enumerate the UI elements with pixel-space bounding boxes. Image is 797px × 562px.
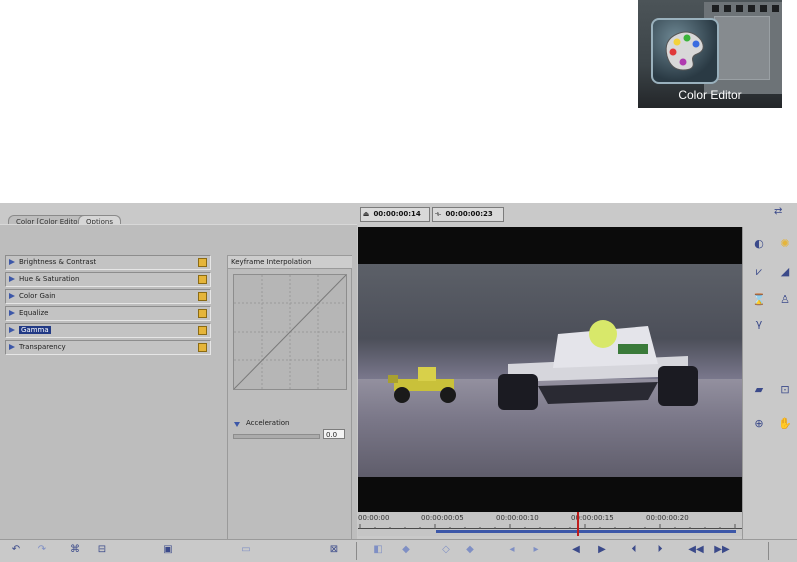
gain-icon[interactable]: ⩗ xyxy=(751,265,767,279)
keyframe-toggle-icon[interactable] xyxy=(198,343,207,352)
gamma-icon[interactable]: γ xyxy=(751,317,767,331)
collapse-arrow-icon[interactable] xyxy=(234,422,240,427)
expand-arrow-icon[interactable] xyxy=(9,310,15,316)
rewind-icon[interactable]: ◀◀ xyxy=(688,543,704,557)
effect-label: Brightness & Contrast xyxy=(19,258,97,266)
timeline[interactable]: 00:00:00 00:00:00:05 00:00:00:10 00:00:0… xyxy=(358,512,742,536)
contrast-icon[interactable]: ◐ xyxy=(751,237,767,251)
keyframe-add-icon[interactable]: ◧ xyxy=(370,543,386,557)
effect-gamma[interactable]: Gamma xyxy=(5,323,211,338)
effect-brightness-contrast[interactable]: Brightness & Contrast xyxy=(5,255,211,270)
timer-icon[interactable]: ⌛ xyxy=(751,293,767,307)
wedge-icon[interactable]: ◢ xyxy=(777,265,793,279)
ruler-icon[interactable]: ▭ xyxy=(238,543,254,557)
keyframe-toggle-icon[interactable] xyxy=(198,275,207,284)
nav-next-icon[interactable]: ▸ xyxy=(528,543,544,557)
save-icon[interactable]: ⊠ xyxy=(326,543,342,557)
acceleration-label: Acceleration xyxy=(246,419,290,427)
effect-list: Brightness & Contrast Hue & Saturation C… xyxy=(5,255,211,357)
ruler-label: 00:00:00 xyxy=(358,514,390,522)
keyframe-del-icon[interactable]: ◆ xyxy=(462,543,478,557)
fast-forward-icon[interactable]: ▶▶ xyxy=(714,543,730,557)
undo-icon[interactable]: ↶ xyxy=(8,543,24,557)
keyframe-interpolation-panel: Keyframe Interpolation Acceleration 0.0 xyxy=(227,255,352,555)
keyframe-toggle-icon[interactable] xyxy=(198,258,207,267)
keyframe-toggle-icon[interactable] xyxy=(198,309,207,318)
tile-label: Color Editor xyxy=(678,88,742,102)
keyframe-prev-icon[interactable]: ◆ xyxy=(398,543,414,557)
expand-arrow-icon[interactable] xyxy=(9,293,15,299)
fit-window-icon[interactable]: ⊟ xyxy=(94,543,110,557)
keyframe-toggle-icon[interactable] xyxy=(198,326,207,335)
expand-arrow-icon[interactable] xyxy=(9,276,15,282)
toolbar-divider xyxy=(768,542,769,560)
ruler-label: 00:00:00:05 xyxy=(421,514,464,522)
ruler-ticks xyxy=(358,523,742,529)
video-icon[interactable]: ▰ xyxy=(751,383,767,397)
bottom-toolbar: ↶ ↷ ⌘ ⊟ ▣ ▭ ⊠ ◧ ◆ ◇ ◆ ◂ ▸ ◀ ▶ ⏴ ⏵ ◀◀ ▶▶ xyxy=(0,539,797,562)
nav-prev-icon[interactable]: ◂ xyxy=(504,543,520,557)
effect-transparency[interactable]: Transparency xyxy=(5,340,211,355)
current-timecode[interactable]: ⏏ 00:00:00:14 xyxy=(360,207,430,222)
editor-window: Color [Color Editor] Options Brightness … xyxy=(0,203,797,562)
clip-range-bar[interactable] xyxy=(436,530,736,533)
interpolation-graph[interactable] xyxy=(233,274,347,390)
effect-label: Transparency xyxy=(19,343,66,351)
acceleration-slider[interactable] xyxy=(233,434,320,439)
acceleration-value-field[interactable]: 0.0 xyxy=(323,429,345,439)
effect-label: Equalize xyxy=(19,309,49,317)
effects-panel: Brightness & Contrast Hue & Saturation C… xyxy=(0,224,357,555)
toolbar-divider xyxy=(356,542,357,560)
effect-hue-saturation[interactable]: Hue & Saturation xyxy=(5,272,211,287)
timeline-ruler: 00:00:00 00:00:00:05 00:00:00:10 00:00:0… xyxy=(358,514,742,523)
keyframe-title: Keyframe Interpolation xyxy=(228,256,352,269)
expand-arrow-icon[interactable] xyxy=(9,327,15,333)
current-time-value: 00:00:00:14 xyxy=(373,210,421,218)
person-icon[interactable]: ♙ xyxy=(777,293,793,307)
preview-frame xyxy=(358,264,742,477)
in-point-icon: ⏏ xyxy=(362,210,370,218)
step-forward-icon[interactable]: ▶ xyxy=(594,543,610,557)
keyframe-toggle-icon[interactable] xyxy=(198,292,207,301)
race-car-image xyxy=(498,320,698,410)
duration-timecode[interactable]: ⟛ 00:00:00:23 xyxy=(432,207,504,222)
play-back-icon[interactable]: ⏴ xyxy=(626,543,642,557)
zoom-icon[interactable]: ⊕ xyxy=(751,417,767,431)
video-preview[interactable] xyxy=(358,227,742,512)
expand-arrow-icon[interactable] xyxy=(9,259,15,265)
duration-value: 00:00:00:23 xyxy=(445,210,493,218)
sun-icon[interactable]: ✺ xyxy=(777,237,793,251)
fit-icon[interactable]: ⊡ xyxy=(777,383,793,397)
expand-arrow-icon[interactable] xyxy=(9,344,15,350)
hand-icon[interactable]: ✋ xyxy=(777,417,793,431)
effects-swap-icon[interactable]: ⇄ xyxy=(774,206,790,220)
monitor-icon[interactable]: ▣ xyxy=(160,543,176,557)
redo-icon[interactable]: ↷ xyxy=(34,543,50,557)
palette-icon xyxy=(651,18,719,84)
yellow-race-car-image xyxy=(388,367,456,403)
ruler-label: 00:00:00:10 xyxy=(496,514,539,522)
effect-color-gain[interactable]: Color Gain xyxy=(5,289,211,304)
playhead[interactable] xyxy=(577,512,579,536)
link-icon[interactable]: ⌘ xyxy=(67,543,83,557)
keyframe-next-icon[interactable]: ◇ xyxy=(438,543,454,557)
effect-label: Hue & Saturation xyxy=(19,275,80,283)
step-back-icon[interactable]: ◀ xyxy=(568,543,584,557)
ruler-label: 00:00:00:20 xyxy=(646,514,689,522)
play-forward-icon[interactable]: ⏵ xyxy=(652,543,668,557)
duration-icon: ⟛ xyxy=(434,210,442,218)
effect-label: Color Gain xyxy=(19,292,56,300)
color-editor-tile[interactable]: Color Editor xyxy=(638,0,782,108)
effect-equalize[interactable]: Equalize xyxy=(5,306,211,321)
effect-label: Gamma xyxy=(19,326,51,334)
right-toolbar: ◐ ✺ ⩗ ◢ ⌛ ♙ γ ▰ ⊡ ⊕ ✋ xyxy=(742,227,797,539)
